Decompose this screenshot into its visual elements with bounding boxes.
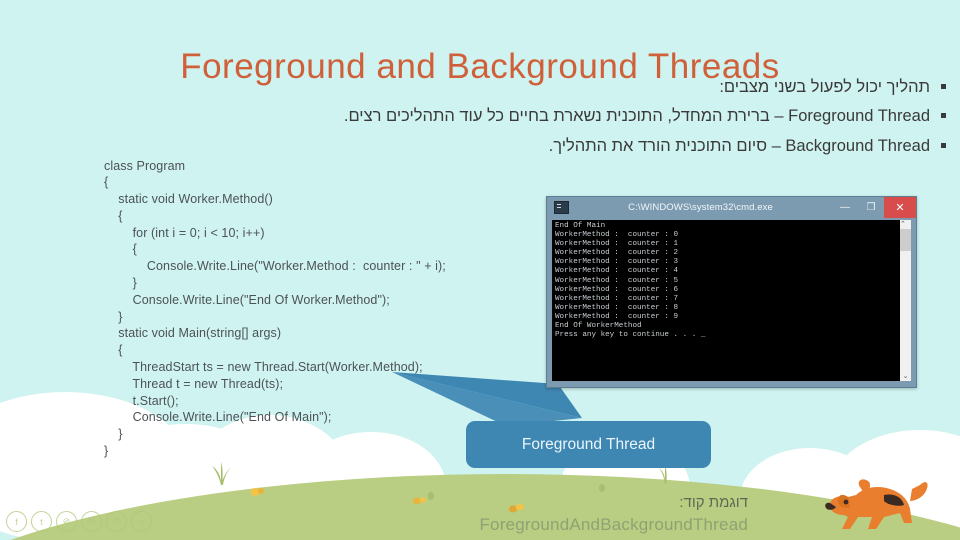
bullet-item-background: Background Thread – סיום התוכנית הורד את… [246, 135, 946, 158]
callout-foreground-thread: Foreground Thread [466, 421, 711, 468]
bullet-item-foreground: Foreground Thread – ברירת המחדל, התוכנית… [246, 105, 946, 128]
console-window[interactable]: C:\WINDOWS\system32\cmd.exe — ❐ ✕ End Of… [546, 196, 917, 388]
console-window-icon [554, 201, 569, 214]
slide: Foreground and Background Threads תהליך … [0, 0, 960, 540]
footer-code-name: ForegroundAndBackgroundThread [479, 515, 748, 535]
console-scrollbar[interactable]: ⌃ ⌄ [900, 220, 911, 381]
twitter-icon[interactable]: t [31, 511, 52, 532]
console-output: End Of Main WorkerMethod : counter : 0 W… [555, 222, 706, 340]
bullet-dot-icon [941, 84, 946, 89]
bullet-list: תהליך יכול לפעול בשני מצבים: Foreground … [246, 76, 946, 164]
footer-note: דוגמת קוד: ForegroundAndBackgroundThread [479, 492, 748, 538]
rss-icon[interactable]: ≈ [131, 511, 152, 532]
bullet-text: תהליך יכול לפעול בשני מצבים: [719, 78, 930, 96]
bullet-dot-icon [941, 113, 946, 119]
phone-icon[interactable]: ✆ [106, 511, 127, 532]
mail-icon[interactable]: ✉ [81, 511, 102, 532]
console-body[interactable]: End Of Main WorkerMethod : counter : 0 W… [552, 220, 911, 381]
bullet-text: – ברירת המחדל, התוכנית נשארת בחיים כל עו… [343, 107, 789, 126]
bullet-term-foreground: Foreground Thread [788, 107, 930, 126]
bullet-text: – סיום התוכנית הורד את התהליך. [548, 136, 786, 155]
footer-label: דוגמת קוד: [679, 493, 748, 511]
bullet-dot-icon [941, 142, 946, 148]
scrollbar-thumb[interactable] [900, 229, 911, 251]
console-titlebar[interactable]: C:\WINDOWS\system32\cmd.exe — ❐ ✕ [547, 197, 916, 218]
bullet-term-background: Background Thread [785, 136, 930, 155]
leaf-icon [428, 492, 434, 500]
restore-button[interactable]: ❐ [858, 197, 884, 218]
minimize-button[interactable]: — [832, 197, 858, 218]
dog-illustration [825, 479, 928, 529]
code-block: class Program { static void Worker.Metho… [104, 158, 446, 459]
console-title: C:\WINDOWS\system32\cmd.exe [628, 202, 773, 213]
butterfly-icon [250, 488, 265, 496]
social-icon-bar: f t ⊘ ✉ ✆ ≈ [6, 511, 152, 532]
close-button[interactable]: ✕ [884, 197, 916, 218]
bullet-item-modes: תהליך יכול לפעול בשני מצבים: [246, 76, 946, 99]
facebook-icon[interactable]: f [6, 511, 27, 532]
callout-label: Foreground Thread [521, 435, 656, 453]
butterfly-icon [413, 497, 426, 505]
link-icon[interactable]: ⊘ [56, 511, 77, 532]
scroll-down-icon[interactable]: ⌄ [903, 372, 909, 381]
scroll-up-icon[interactable]: ⌃ [900, 220, 911, 229]
